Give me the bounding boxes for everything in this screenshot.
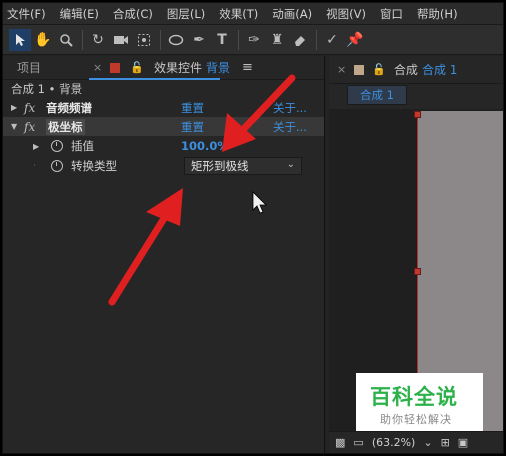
chevron-down-icon: ⌄ — [286, 159, 295, 170]
toolbar-divider — [160, 29, 161, 50]
region-of-interest-icon[interactable]: ▣ — [458, 436, 468, 449]
layer-handle[interactable] — [414, 268, 421, 275]
tab-composition-label[interactable]: 合成 — [394, 61, 418, 78]
active-tab-underline — [89, 78, 220, 80]
app-window: 文件(F) 编辑(E) 合成(C) 图层(L) 效果(T) 动画(A) 视图(V… — [2, 2, 504, 454]
effect-controls-panel: 项目 × 🔓 效果控件 背景 ≡ 合成 1 • 背景 ▶ fx 音频频谱 重置 … — [3, 56, 325, 453]
layer-handle[interactable] — [414, 111, 421, 118]
effect-name: 音频频谱 — [46, 100, 92, 115]
chevron-down-icon[interactable]: ⌄ — [423, 436, 432, 449]
menu-bar: 文件(F) 编辑(E) 合成(C) 图层(L) 效果(T) 动画(A) 视图(V… — [3, 3, 503, 25]
safe-zones-icon[interactable]: ⊞ — [441, 436, 450, 449]
pan-behind-tool-icon[interactable] — [133, 29, 155, 51]
left-panel-tabs: 项目 × 🔓 效果控件 背景 ≡ — [3, 56, 324, 80]
hand-tool-icon[interactable]: ✋ — [32, 29, 54, 51]
toolbar-divider — [316, 29, 317, 50]
tab-effect-controls[interactable]: 效果控件 — [154, 59, 202, 76]
menu-view[interactable]: 视图(V) — [326, 6, 366, 22]
reset-link[interactable]: 重置 — [181, 119, 204, 135]
menu-layer[interactable]: 图层(L) — [167, 6, 205, 22]
roto-brush-tool-icon[interactable]: ✓ — [321, 29, 343, 51]
value-unit: % — [217, 139, 229, 153]
stopwatch-icon[interactable] — [51, 140, 63, 152]
composition-subtabs: 合成 1 — [329, 84, 503, 106]
tab-layer-name[interactable]: 背景 — [206, 59, 230, 76]
selection-tool-icon[interactable] — [9, 28, 31, 51]
monitor-icon[interactable]: ▭ — [353, 436, 363, 449]
fx-icon[interactable]: fx — [24, 120, 42, 134]
brush-tool-icon[interactable]: ✑ — [243, 29, 265, 51]
clone-stamp-tool-icon[interactable]: ♜ — [266, 29, 288, 51]
menu-help[interactable]: 帮助(H) — [417, 6, 458, 22]
toolbar-divider — [238, 29, 239, 50]
collapse-triangle-icon[interactable]: ▼ — [11, 122, 21, 131]
tools-toolbar: ✋ ↻ ✒ T ✑ ♜ ✓ 📌 — [3, 25, 503, 55]
puppet-pin-tool-icon[interactable]: 📌 — [344, 29, 366, 51]
toolbar-divider — [82, 29, 83, 50]
viewer-status-bar: ▩ ▭ (63.2%) ⌄ ⊞ ▣ — [329, 431, 503, 453]
pen-tool-icon[interactable]: ✒ — [188, 29, 210, 51]
menu-edit[interactable]: 编辑(E) — [60, 6, 99, 22]
about-link[interactable]: 关于... — [273, 100, 307, 116]
stopwatch-icon[interactable] — [51, 160, 63, 172]
watermark-logo: 百科全说 助你轻松解决 — [356, 373, 483, 431]
expand-triangle-icon[interactable]: ▶ — [33, 142, 45, 151]
effect-row-audio-spectrum[interactable]: ▶ fx 音频频谱 重置 关于... — [3, 98, 324, 117]
menu-composition[interactable]: 合成(C) — [113, 6, 153, 22]
expand-triangle-icon[interactable]: ▶ — [11, 103, 21, 112]
property-row-conversion-type: · 转换类型 矩形到极线 ⌄ — [3, 156, 324, 176]
comp-color-swatch — [354, 64, 365, 75]
about-link[interactable]: 关于... — [273, 119, 307, 135]
menu-window[interactable]: 窗口 — [380, 6, 403, 22]
eraser-tool-icon[interactable] — [289, 29, 311, 51]
property-row-interpolation: ▶ 插值 100.0% — [3, 136, 324, 156]
tab-composition-name[interactable]: 合成 1 — [422, 61, 457, 78]
menu-file[interactable]: 文件(F) — [7, 6, 46, 22]
lock-icon[interactable]: 🔓 — [130, 61, 144, 74]
panel-menu-icon[interactable]: ≡ — [242, 60, 253, 75]
zoom-level[interactable]: (63.2%) — [372, 436, 416, 449]
composition-tabs: × 🔓 合成 合成 1 — [329, 56, 503, 84]
property-name: 转换类型 — [71, 159, 117, 173]
property-name: 插值 — [71, 139, 94, 153]
ellipse-tool-icon[interactable] — [165, 29, 187, 51]
value-number[interactable]: 100.0 — [181, 139, 217, 153]
tab-project[interactable]: 项目 — [17, 59, 41, 76]
zoom-tool-icon[interactable] — [55, 29, 77, 51]
rotate-tool-icon[interactable]: ↻ — [87, 29, 109, 51]
close-tab-icon[interactable]: × — [93, 61, 102, 74]
menu-effect[interactable]: 效果(T) — [219, 6, 258, 22]
effect-name: 极坐标 — [46, 118, 85, 135]
camera-tool-icon[interactable] — [110, 29, 132, 51]
snapshot-icon[interactable]: ▩ — [335, 436, 345, 449]
layer-color-swatch — [110, 62, 121, 73]
bullet-dot: · — [33, 161, 36, 171]
effect-row-polar-coordinates[interactable]: ▼ fx 极坐标 重置 关于... — [3, 117, 324, 136]
breadcrumb: 合成 1 • 背景 — [11, 82, 83, 96]
fx-icon[interactable]: fx — [24, 101, 42, 115]
tab-comp-1[interactable]: 合成 1 — [347, 85, 407, 105]
dropdown-value: 矩形到极线 — [191, 159, 249, 173]
lock-icon[interactable]: 🔓 — [372, 63, 386, 76]
reset-link[interactable]: 重置 — [181, 100, 204, 116]
type-tool-icon[interactable]: T — [211, 29, 233, 51]
interpolation-value[interactable]: 100.0% — [181, 139, 229, 153]
watermark-title: 百科全说 — [370, 385, 458, 409]
conversion-type-dropdown[interactable]: 矩形到极线 ⌄ — [184, 157, 302, 175]
close-tab-icon[interactable]: × — [337, 63, 346, 76]
watermark-subtitle: 助你轻松解决 — [380, 413, 452, 426]
menu-animation[interactable]: 动画(A) — [272, 6, 312, 22]
